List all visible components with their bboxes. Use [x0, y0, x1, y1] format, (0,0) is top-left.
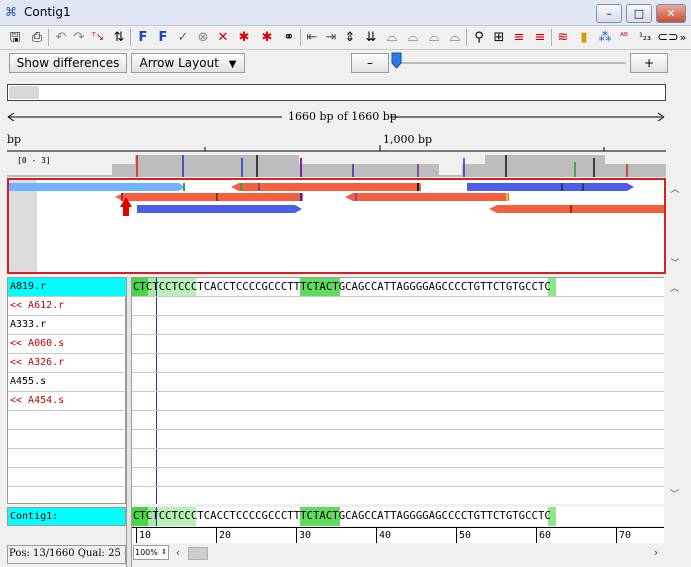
coverage-graph — [7, 155, 666, 177]
translate-icon[interactable]: ⁂ — [596, 28, 614, 47]
reads-overview-frame[interactable] — [7, 178, 666, 274]
window-title: Contig1 — [24, 5, 71, 19]
status-position: Pos: 13/1660 Qual: 25 ( — [9, 548, 126, 559]
ruler-tick-10: 10 — [139, 530, 152, 541]
ruler-tick-40: 40 — [379, 530, 392, 541]
sort-icon[interactable]: ⇅ — [110, 28, 128, 47]
read-name-a326[interactable]: << A326.r — [10, 354, 64, 372]
read-arrows — [9, 180, 664, 272]
find-reverse-icon[interactable]: F — [154, 28, 172, 47]
read-names-panel: A819.r << A612.r A333.r << A060.s << A32… — [7, 277, 127, 504]
layout-icon[interactable]: ⊞ — [490, 28, 508, 47]
read-name-a060[interactable]: << A060.s — [10, 335, 64, 353]
arrow-layout-dropdown[interactable]: Arrow Layout ▼ — [131, 53, 245, 73]
overview-ruler — [7, 145, 666, 152]
zoom-slider-thumb[interactable] — [391, 52, 402, 69]
redo-icon[interactable]: ↷ — [70, 28, 88, 47]
scroll-left-icon[interactable]: ‹ — [172, 546, 184, 559]
zoom-in-button[interactable]: + — [630, 53, 668, 73]
ruler-tick-60: 60 — [539, 530, 552, 541]
zoom-spinner[interactable]: 100% ⇕ — [133, 545, 169, 560]
read-name-a612[interactable]: << A612.r — [10, 297, 64, 315]
star-icon[interactable]: ✱ — [235, 28, 253, 47]
flag2-icon[interactable]: ≡ — [531, 28, 549, 47]
star2-icon[interactable]: ✱ — [258, 28, 276, 47]
count-icon[interactable]: ¹₂₃ — [636, 28, 654, 47]
read-name-a819[interactable]: A819.r — [10, 278, 46, 296]
shift-icon[interactable]: ⌓ — [383, 28, 401, 47]
arrow-layout-label: Arrow Layout — [139, 56, 219, 70]
binoculars-icon[interactable]: ⚭ — [280, 28, 298, 47]
compress-icon[interactable]: ⇕ — [341, 28, 359, 47]
mark-icon[interactable]: ✕ — [214, 28, 232, 47]
scroll-right-icon[interactable]: › — [650, 546, 662, 559]
spinner-arrows-icon[interactable]: ⇕ — [161, 546, 167, 559]
horizontal-scrollbar[interactable]: ‹ › — [170, 545, 664, 562]
read-sequence-panel[interactable]: CTCTCCTCCCTCACCTCCCCGCCCTTTCTACTGCAGCCAT… — [132, 277, 664, 504]
zoom-icon[interactable]: ⚲ — [470, 28, 488, 47]
read-name-a454[interactable]: << A454.s — [10, 392, 64, 410]
close-button[interactable]: ✕ — [656, 4, 686, 23]
read-name-a333[interactable]: A333.r — [10, 316, 46, 334]
zoom-out-button[interactable]: – — [351, 53, 389, 73]
chromatogram-icon[interactable]: ≋ — [554, 28, 572, 47]
zoom-slider-track[interactable] — [395, 62, 626, 64]
ruler-tick-20: 20 — [219, 530, 232, 541]
shift4-icon[interactable]: ⌓ — [446, 28, 464, 47]
scroll-up-icon[interactable]: ︿ — [665, 281, 684, 294]
reads-scrollbar[interactable]: ︿ ﹀ — [666, 180, 684, 272]
read-name-a455[interactable]: A455.s — [10, 373, 46, 391]
overview-bar[interactable] — [7, 84, 666, 101]
flag-icon[interactable]: ≡ — [510, 28, 528, 47]
move-left-icon[interactable]: ⇤ — [303, 28, 321, 47]
title-bar: ⌘ Contig1 – □ ✕ — [0, 0, 691, 26]
link-icon[interactable]: ⊂⊃ — [657, 28, 679, 47]
minimize-button[interactable]: – — [596, 4, 622, 23]
reject-icon[interactable]: ⊗ — [194, 28, 212, 47]
shift2-icon[interactable]: ⌓ — [404, 28, 422, 47]
sequence-scrollbar[interactable]: ︿ ﹀ — [665, 277, 684, 504]
consensus-sequence-row[interactable]: CTCTCCTCCCTCACCTCCCCGCCCTTTCTACTGCAGCCAT… — [132, 507, 664, 526]
ruler-tick-50: 50 — [459, 530, 472, 541]
move-right-icon[interactable]: ⇥ — [322, 28, 340, 47]
expand-icon[interactable]: ⇊ — [362, 28, 380, 47]
show-differences-button[interactable]: Show differences — [9, 53, 127, 73]
scroll-down-icon[interactable]: ﹀ — [666, 256, 684, 269]
consensus-label: Contig1: — [10, 511, 59, 522]
scrollbar-thumb[interactable] — [188, 547, 208, 560]
undo-icon[interactable]: ↶ — [52, 28, 70, 47]
accept-icon[interactable]: ✓ — [174, 28, 192, 47]
save-icon[interactable]: 🖫 — [6, 28, 24, 47]
app-icon: ⌘ — [5, 5, 17, 19]
scroll-up-icon[interactable]: ︿ — [666, 182, 684, 195]
status-bar: Pos: 13/1660 Qual: 25 ( — [7, 545, 126, 564]
maximize-button[interactable]: □ — [626, 4, 652, 23]
trim-icon[interactable]: ᵀ↘ — [89, 28, 107, 47]
position-ruler: 10 20 30 40 50 60 70 — [132, 527, 664, 543]
toolbar: 🖫 ⎙ ↶ ↷ ᵀ↘ ⇅ F F ✓ ⊗ ✕ ✱ ✱ ⚭ ⇤ ⇥ ⇕ ⇊ ⌓ ⌓… — [0, 26, 691, 50]
find-forward-icon[interactable]: F — [134, 28, 152, 47]
consensus-sequence: CTCTCCTCCCTCACCTCCCCGCCCTTTCTACTGCAGCCAT… — [133, 510, 551, 522]
zoom-value: 100% — [135, 548, 158, 557]
scroll-down-icon[interactable]: ﹀ — [665, 487, 684, 500]
consensus-name-cell[interactable]: Contig1: — [7, 507, 126, 526]
chevron-down-icon: ▼ — [228, 59, 237, 70]
overview-viewport[interactable] — [9, 86, 39, 99]
abc-icon[interactable]: ᴬᴮ — [615, 28, 633, 47]
bars-icon[interactable]: ▮ — [575, 28, 593, 47]
print-icon[interactable]: ⎙ — [28, 28, 46, 47]
length-label: 1660 bp of 1660 bp — [288, 110, 397, 123]
shift3-icon[interactable]: ⌓ — [425, 28, 443, 47]
more-icon[interactable]: » — [674, 28, 691, 47]
read-sequence-a819: CTCTCCTCCCTCACCTCCCCGCCCTTTCTACTGCAGCCAT… — [133, 281, 551, 293]
ruler-tick-70: 70 — [619, 530, 632, 541]
ruler-tick-30: 30 — [299, 530, 312, 541]
